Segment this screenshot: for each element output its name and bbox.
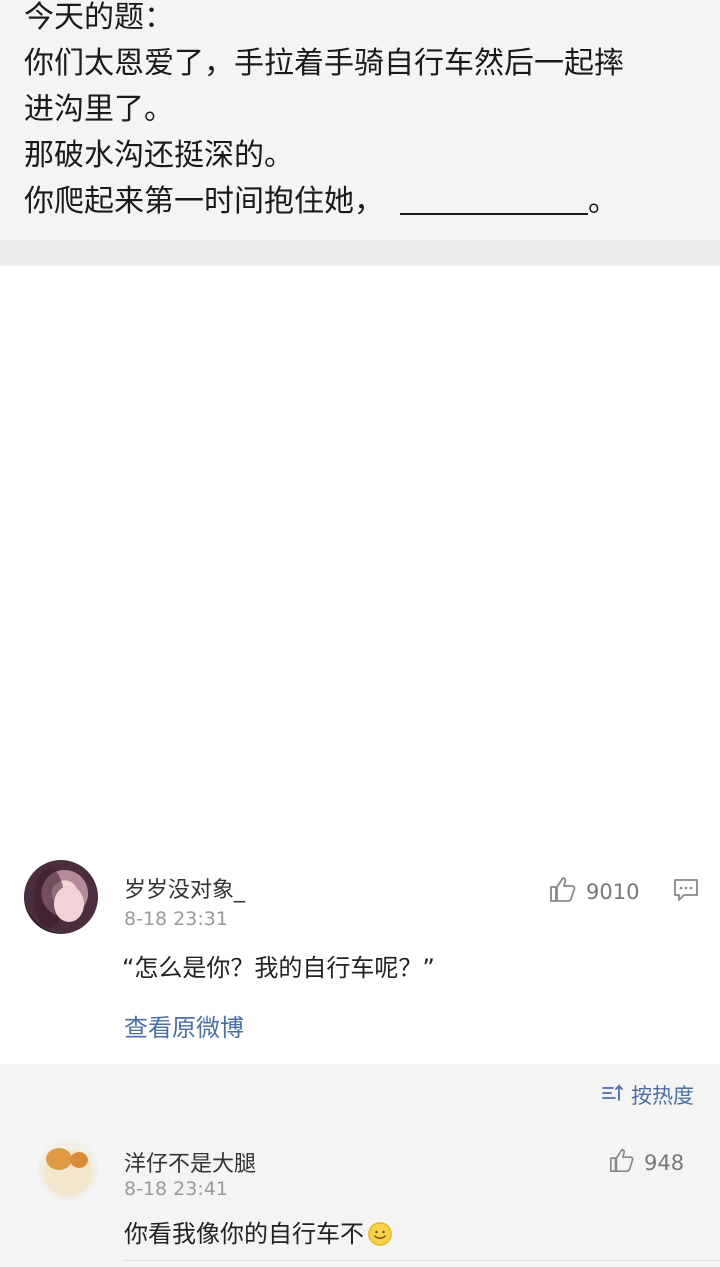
- view-original-link[interactable]: 查看原微博: [124, 1008, 244, 1043]
- sort-icon: [601, 1082, 625, 1109]
- post-line: 你们太恩爱了，手拉着手骑自行车然后一起摔: [24, 46, 624, 81]
- reply-username[interactable]: 洋仔不是大腿: [124, 1146, 256, 1178]
- divider: [124, 1260, 720, 1261]
- like-button[interactable]: 948: [608, 1146, 684, 1179]
- comment-time: 8-18 23:31: [124, 908, 228, 930]
- post-line-end: 。: [588, 184, 618, 219]
- blank-area: [0, 266, 720, 836]
- reply-text: 你看我像你的自行车不: [124, 1220, 364, 1248]
- comment-text: “怎么是你？我的自行车呢？”: [122, 954, 435, 982]
- post-line-with-blank: 你爬起来第一时间抱住她， 。: [24, 182, 618, 222]
- reply-time: 8-18 23:41: [124, 1178, 228, 1200]
- sort-label: 按热度: [631, 1084, 694, 1108]
- post-line: 进沟里了。: [24, 92, 174, 127]
- comment-icon[interactable]: [672, 876, 700, 908]
- fill-blank: [400, 213, 588, 215]
- like-count: 9010: [586, 879, 640, 904]
- avatar[interactable]: [24, 860, 98, 934]
- sort-button[interactable]: 按热度: [601, 1080, 694, 1110]
- thumbs-up-icon: [608, 1146, 636, 1179]
- top-comment: 岁岁没对象_ 8-18 23:31 9010 “怎么是你？我的自行车呢？” 查看…: [0, 836, 720, 1064]
- post-line-text: 你爬起来第一时间抱住她，: [24, 184, 384, 219]
- like-count: 948: [644, 1150, 685, 1175]
- like-button[interactable]: 9010: [548, 874, 639, 909]
- comment-username[interactable]: 岁岁没对象_: [124, 872, 245, 904]
- replies-section: 按热度 洋仔不是大腿 8-18 23:41 948 你看我像你的自行车不: [0, 1064, 720, 1267]
- section-divider: [0, 240, 720, 266]
- reply-text-row: 你看我像你的自行车不: [124, 1214, 392, 1249]
- post-line: 今天的题：: [24, 0, 174, 35]
- post-line: 那破水沟还挺深的。: [24, 138, 294, 173]
- thumbs-up-icon: [548, 874, 578, 909]
- avatar[interactable]: [38, 1140, 98, 1200]
- smile-emoji-icon: [368, 1222, 392, 1246]
- post-content: 今天的题： 你们太恩爱了，手拉着手骑自行车然后一起摔 进沟里了。 那破水沟还挺深…: [0, 0, 720, 240]
